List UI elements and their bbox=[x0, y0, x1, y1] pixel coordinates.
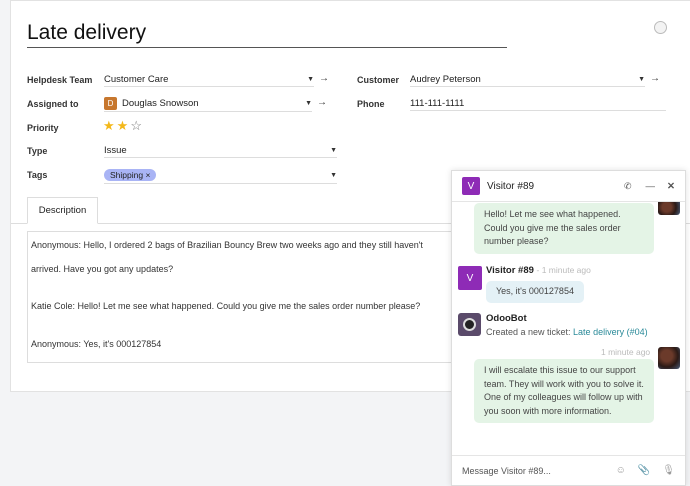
message-bubble: Hello! Let me see what happened. Could y… bbox=[474, 203, 654, 254]
phone-icon[interactable]: ✆ bbox=[624, 181, 632, 192]
assigned-to-field[interactable]: D Douglas Snowson ▼ bbox=[104, 96, 312, 112]
priority-label: Priority bbox=[27, 123, 59, 133]
agent-avatar bbox=[658, 202, 680, 215]
helpdesk-team-value: Customer Care bbox=[104, 74, 169, 85]
phone-field[interactable]: 111-111-1111 bbox=[410, 97, 666, 111]
status-indicator[interactable] bbox=[654, 21, 667, 34]
chevron-down-icon: ▼ bbox=[330, 171, 337, 179]
ticket-title[interactable]: Late delivery bbox=[27, 21, 507, 48]
odoobot-avatar bbox=[458, 313, 481, 336]
tab-description[interactable]: Description bbox=[27, 197, 98, 224]
attachment-icon[interactable]: 📎 bbox=[638, 465, 650, 476]
chat-title: Visitor #89 bbox=[487, 180, 535, 192]
message-time: 1 minute ago bbox=[601, 347, 651, 357]
assigned-to-label: Assigned to bbox=[27, 99, 79, 109]
message-bubble: I will escalate this issue to our suppor… bbox=[474, 359, 654, 423]
helpdesk-team-label: Helpdesk Team bbox=[27, 75, 93, 85]
type-label: Type bbox=[27, 146, 48, 156]
chevron-down-icon: ▼ bbox=[638, 76, 645, 83]
ticket-link[interactable]: Late delivery (#04) bbox=[573, 327, 648, 337]
star-filled-icon[interactable]: ★ bbox=[117, 118, 129, 133]
chat-header[interactable]: V Visitor #89 ✆ — ✕ bbox=[452, 171, 685, 202]
message-text: Created a new ticket: Late delivery (#04… bbox=[486, 327, 648, 337]
phone-label: Phone bbox=[357, 99, 385, 109]
open-user-arrow-icon[interactable]: → bbox=[317, 97, 327, 108]
type-value: Issue bbox=[104, 145, 127, 156]
description-line: Katie Cole: Hello! Let me see what happe… bbox=[31, 301, 421, 311]
open-customer-arrow-icon[interactable]: → bbox=[650, 73, 660, 84]
star-filled-icon[interactable]: ★ bbox=[103, 118, 115, 133]
description-editor[interactable]: Anonymous: Hello, I ordered 2 bags of Br… bbox=[27, 231, 467, 363]
description-line: Anonymous: Yes, it's 000127854 bbox=[31, 339, 162, 349]
tags-field[interactable]: Shipping × ▼ bbox=[104, 167, 337, 184]
chat-window: V Visitor #89 ✆ — ✕ Hello! Let me see wh… bbox=[451, 170, 686, 486]
emoji-icon[interactable]: ☺ bbox=[616, 465, 626, 476]
helpdesk-team-field[interactable]: Customer Care ▼ bbox=[104, 73, 314, 87]
visitor-avatar: V bbox=[462, 177, 480, 195]
message-bubble: Yes, it's 000127854 bbox=[486, 281, 584, 303]
visitor-avatar: V bbox=[458, 266, 482, 290]
customer-label: Customer bbox=[357, 75, 400, 85]
description-line: Anonymous: Hello, I ordered 2 bags of Br… bbox=[31, 240, 423, 250]
type-field[interactable]: Issue ▼ bbox=[104, 144, 337, 158]
message-author: OdooBot bbox=[486, 313, 527, 324]
tags-label: Tags bbox=[27, 170, 48, 180]
minimize-icon[interactable]: — bbox=[646, 181, 656, 192]
agent-avatar bbox=[658, 347, 680, 369]
microphone-icon[interactable]: 🎙 bbox=[662, 465, 675, 476]
chevron-down-icon: ▼ bbox=[305, 100, 312, 107]
chevron-down-icon: ▼ bbox=[307, 76, 314, 83]
customer-field[interactable]: Audrey Peterson ▼ bbox=[410, 73, 645, 87]
close-icon[interactable]: ✕ bbox=[667, 181, 675, 192]
open-team-arrow-icon[interactable]: → bbox=[319, 73, 329, 84]
message-author: Visitor #89 - 1 minute ago bbox=[486, 265, 591, 276]
priority-stars[interactable]: ★ ★ ☆ bbox=[103, 118, 144, 134]
message-input[interactable]: Message Visitor #89... bbox=[462, 466, 551, 476]
star-empty-icon[interactable]: ☆ bbox=[130, 118, 142, 133]
phone-value: 111-111-1111 bbox=[410, 98, 465, 109]
message-composer[interactable]: Message Visitor #89... ☺ 📎 🎙 bbox=[452, 455, 685, 485]
customer-value: Audrey Peterson bbox=[410, 74, 481, 85]
assigned-to-value: Douglas Snowson bbox=[122, 98, 199, 109]
chevron-down-icon: ▼ bbox=[330, 147, 337, 154]
tag-shipping[interactable]: Shipping × bbox=[104, 169, 157, 181]
avatar: D bbox=[104, 97, 117, 110]
description-line: arrived. Have you got any updates? bbox=[31, 264, 174, 274]
